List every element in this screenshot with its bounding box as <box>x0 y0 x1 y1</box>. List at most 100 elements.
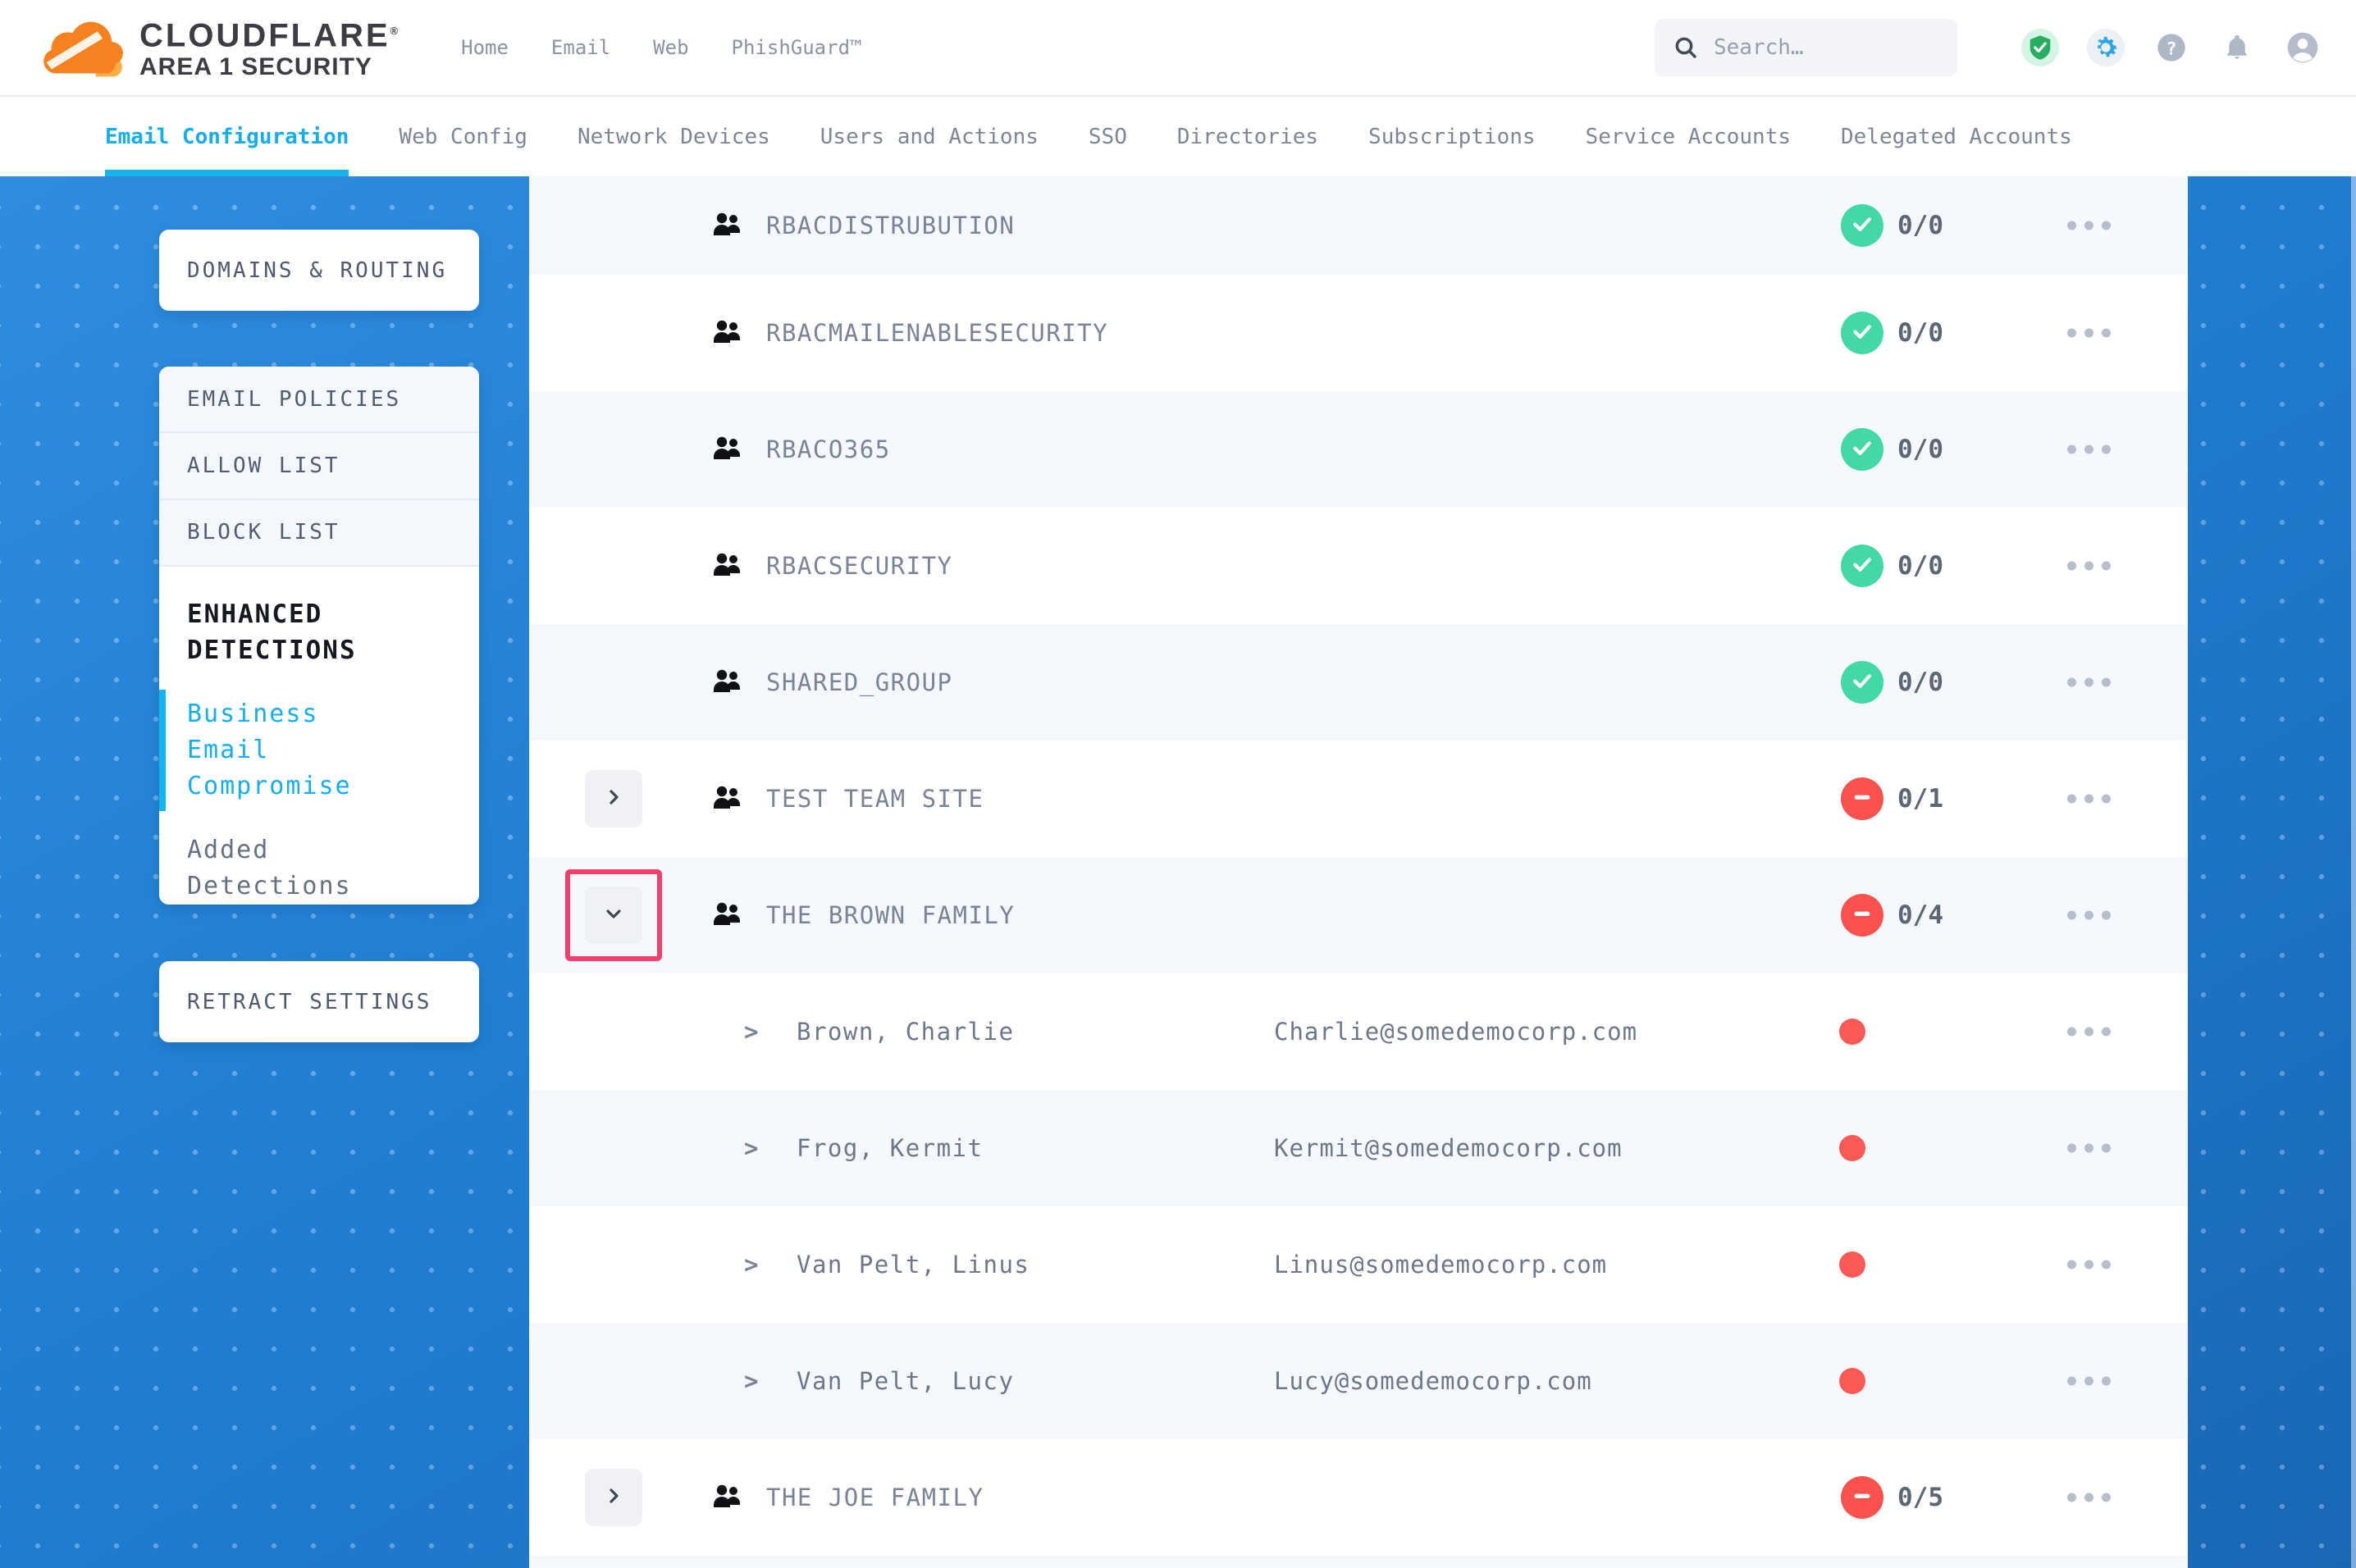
sidebar-item-allow-list[interactable]: ALLOW LIST <box>159 433 479 499</box>
status-check-badge <box>1841 428 1883 471</box>
tab-subscriptions[interactable]: Subscriptions <box>1368 97 1536 176</box>
config-tabs: Email Configuration Web Config Network Dev… <box>0 97 2356 176</box>
enhanced-detections-title: ENHANCED DETECTIONS <box>187 596 409 668</box>
group-row: TEST TEAM SITE0/1 <box>529 741 2188 857</box>
status-minus-badge <box>1841 777 1883 820</box>
tab-directories[interactable]: Directories <box>1177 97 1318 176</box>
check-icon <box>1850 212 1874 239</box>
ellipsis-menu-icon[interactable] <box>2067 1028 2111 1037</box>
sidebar-item-business-email-compromise[interactable]: Business Email Compromise <box>187 696 417 805</box>
sidebar-item-added-detections[interactable]: Added Detections <box>187 832 417 905</box>
group-row: SHARED_GROUP0/0 <box>529 624 2188 741</box>
ellipsis-menu-icon[interactable] <box>2067 1144 2111 1153</box>
trademark: ® <box>390 25 401 37</box>
scrollbar[interactable] <box>2351 176 2356 1568</box>
expand-group-button[interactable] <box>585 770 642 827</box>
minus-icon <box>1851 1484 1874 1511</box>
check-icon <box>1850 552 1874 580</box>
top-nav: Home Email Web PhishGuard™ <box>461 36 861 59</box>
chevron-right-icon <box>604 1486 623 1509</box>
status-check-badge <box>1841 312 1883 354</box>
member-email: Charlie@somedemocorp.com <box>1274 1018 1637 1046</box>
group-icon <box>712 552 743 580</box>
group-icon <box>712 435 743 463</box>
group-icon <box>712 212 743 239</box>
ellipsis-menu-icon[interactable] <box>2067 221 2111 230</box>
nav-item-phishguard[interactable]: PhishGuard™ <box>732 36 862 59</box>
ellipsis-menu-icon[interactable] <box>2067 562 2111 571</box>
nav-item-home[interactable]: Home <box>461 36 509 59</box>
status-red-dot <box>1839 1135 1865 1161</box>
tab-delegated-accounts[interactable]: Delegated Accounts <box>1841 97 2072 176</box>
ellipsis-menu-icon[interactable] <box>2067 795 2111 804</box>
chevron-right-icon <box>604 787 623 810</box>
status-check-badge <box>1841 661 1883 704</box>
tab-service-accounts[interactable]: Service Accounts <box>1586 97 1791 176</box>
table-filler-row <box>529 1556 2188 1568</box>
member-count: 0/0 <box>1897 551 1943 581</box>
member-count: 0/0 <box>1897 211 1943 240</box>
sidebar-item-domains-routing[interactable]: DOMAINS & ROUTING <box>159 230 479 311</box>
nav-item-web[interactable]: Web <box>653 36 688 59</box>
ellipsis-menu-icon[interactable] <box>2067 1377 2111 1386</box>
gear-icon[interactable] <box>2087 29 2125 66</box>
tab-sso[interactable]: SSO <box>1089 97 1127 176</box>
member-chevron-icon[interactable]: > <box>744 1134 758 1162</box>
group-name: TEST TEAM SITE <box>766 785 984 813</box>
ellipsis-menu-icon[interactable] <box>2067 1260 2111 1269</box>
member-name: Brown, Charlie <box>797 1018 1014 1046</box>
app-window: CLOUDFLARE® AREA 1 SECURITY Home Email Web… <box>0 0 2356 1568</box>
member-count: 0/0 <box>1897 435 1943 464</box>
check-icon <box>1850 435 1874 463</box>
brand-name: CLOUDFLARE® <box>139 14 400 52</box>
ellipsis-menu-icon[interactable] <box>2067 329 2111 338</box>
ellipsis-menu-icon[interactable] <box>2067 445 2111 454</box>
top-header: CLOUDFLARE® AREA 1 SECURITY Home Email Web… <box>0 0 2356 97</box>
cloudflare-logo[interactable]: CLOUDFLARE® AREA 1 SECURITY <box>39 14 400 80</box>
collapse-group-button[interactable] <box>585 887 642 944</box>
group-icon <box>712 901 743 929</box>
ellipsis-menu-icon[interactable] <box>2067 1493 2111 1502</box>
group-row: RBACSECURITY0/0 <box>529 508 2188 624</box>
nav-item-email[interactable]: Email <box>551 36 610 59</box>
member-chevron-icon[interactable]: > <box>744 1251 758 1279</box>
group-name: RBACMAILENABLESECURITY <box>766 319 1108 347</box>
sidebar-item-retract-settings[interactable]: RETRACT SETTINGS <box>159 961 479 1042</box>
member-row: >Van Pelt, LucyLucy@somedemocorp.com <box>529 1323 2188 1439</box>
tab-network-devices[interactable]: Network Devices <box>578 97 770 176</box>
member-chevron-icon[interactable]: > <box>744 1367 758 1395</box>
group-icon <box>712 1484 743 1511</box>
member-count: 0/5 <box>1897 1483 1943 1512</box>
group-row: THE JOE FAMILY0/5 <box>529 1439 2188 1556</box>
minus-icon <box>1851 902 1874 928</box>
group-row: THE BROWN FAMILY0/4 <box>529 857 2188 973</box>
ellipsis-menu-icon[interactable] <box>2067 911 2111 920</box>
tab-email-configuration[interactable]: Email Configuration <box>105 97 349 176</box>
group-row: RBACO3650/0 <box>529 391 2188 508</box>
status-minus-badge <box>1841 894 1883 937</box>
tab-web-config[interactable]: Web Config <box>399 97 527 176</box>
shield-check-icon[interactable] <box>2021 29 2059 66</box>
expand-group-button[interactable] <box>585 1469 642 1526</box>
ellipsis-menu-icon[interactable] <box>2067 678 2111 687</box>
group-icon <box>712 319 743 347</box>
enhanced-detections-section: ENHANCED DETECTIONS Business Email Compr… <box>159 567 479 905</box>
sidebar-policies-card: EMAIL POLICIESALLOW LISTBLOCK LIST ENHAN… <box>159 367 479 905</box>
group-name: THE BROWN FAMILY <box>766 901 1015 929</box>
help-icon[interactable]: ? <box>2153 29 2190 66</box>
bell-icon[interactable] <box>2218 29 2256 66</box>
sidebar-item-block-list[interactable]: BLOCK LIST <box>159 500 479 567</box>
search-input[interactable] <box>1714 35 1927 60</box>
sidebar-item-email-policies[interactable]: EMAIL POLICIES <box>159 367 479 433</box>
member-chevron-icon[interactable]: > <box>744 1018 758 1046</box>
search-box[interactable] <box>1655 19 1957 76</box>
status-red-dot <box>1839 1368 1865 1394</box>
group-table: RBACDISTRUBUTION0/0RBACMAILENABLESECURIT… <box>529 176 2188 1568</box>
cloudflare-cloud-icon <box>39 18 128 77</box>
svg-text:?: ? <box>2166 39 2176 59</box>
status-minus-badge <box>1841 1476 1883 1519</box>
tab-users-and-actions[interactable]: Users and Actions <box>820 97 1039 176</box>
account-icon[interactable] <box>2284 29 2322 66</box>
member-email: Linus@somedemocorp.com <box>1274 1251 1607 1279</box>
member-row: >Van Pelt, LinusLinus@somedemocorp.com <box>529 1206 2188 1323</box>
